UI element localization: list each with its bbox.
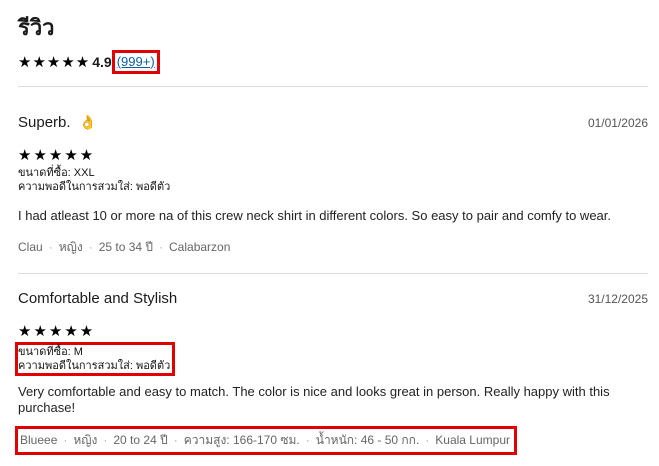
divider xyxy=(18,273,648,274)
review-item: Comfortable and Stylish 31/12/2025 ★★★★★… xyxy=(15,290,648,455)
page-title: รีวิว xyxy=(18,15,55,40)
review-title: Superb. xyxy=(18,114,71,131)
reviewer-age: 20 to 24 ปี xyxy=(113,433,168,447)
review-text: I had atleast 10 or more na of this crew… xyxy=(18,208,611,223)
ok-hand-icon: 👌 xyxy=(79,114,97,130)
review-date: 31/12/2025 xyxy=(587,292,648,306)
reviewer-gender: หญิง xyxy=(58,240,83,254)
size-purchased: ขนาดที่ซื้อ: M xyxy=(18,346,83,358)
reviewer-location: Kuala Lumpur xyxy=(435,433,510,447)
average-rating: 4.9 xyxy=(92,54,112,70)
reviewer-info: Clau · หญิง · 25 to 34 ปี · Calabarzon xyxy=(18,240,231,254)
review-text: Very comfortable and easy to match. The … xyxy=(18,384,610,415)
review-stars: ★★★★★ xyxy=(18,147,96,164)
size-fit-box: ขนาดที่ซื้อ: M ความพอดีในการสวมใส่: พอดี… xyxy=(15,342,176,376)
size-purchased: ขนาดที่ซื้อ: XXL xyxy=(18,167,95,179)
review-count-link[interactable]: (999+) xyxy=(111,50,160,74)
reviewer-gender: หญิง xyxy=(73,433,98,447)
review-item: Superb. 👌 01/01/2026 ★★★★★ ขนาดที่ซื้อ: … xyxy=(18,114,648,257)
review-header: Comfortable and Stylish 31/12/2025 xyxy=(18,290,648,312)
reviewer-name: Clau xyxy=(18,240,43,254)
review-date: 01/01/2026 xyxy=(587,116,648,130)
fit: ความพอดีในการสวมใส่: พอดีตัว xyxy=(18,360,171,372)
reviewer-weight: น้ำหนัก: 46 - 50 กก. xyxy=(315,433,420,447)
review-header: Superb. 👌 01/01/2026 xyxy=(18,114,648,136)
rating-summary: ★★★★★ 4.9 (999+) xyxy=(18,50,160,74)
fit: ความพอดีในการสวมใส่: พอดีตัว xyxy=(18,181,171,193)
rating-stars: ★★★★★ xyxy=(18,54,91,71)
reviewer-name: Blueee xyxy=(20,433,58,447)
reviewer-age: 25 to 34 ปี xyxy=(98,240,154,254)
reviewer-height: ความสูง: 166-170 ซม. xyxy=(183,433,300,447)
reviewer-location: Calabarzon xyxy=(169,240,231,254)
review-stars: ★★★★★ xyxy=(18,323,96,340)
review-title: Comfortable and Stylish xyxy=(18,290,178,307)
reviewer-info: Blueee · หญิง · 20 to 24 ปี · ความสูง: 166-170… xyxy=(15,426,517,455)
divider xyxy=(18,86,648,87)
